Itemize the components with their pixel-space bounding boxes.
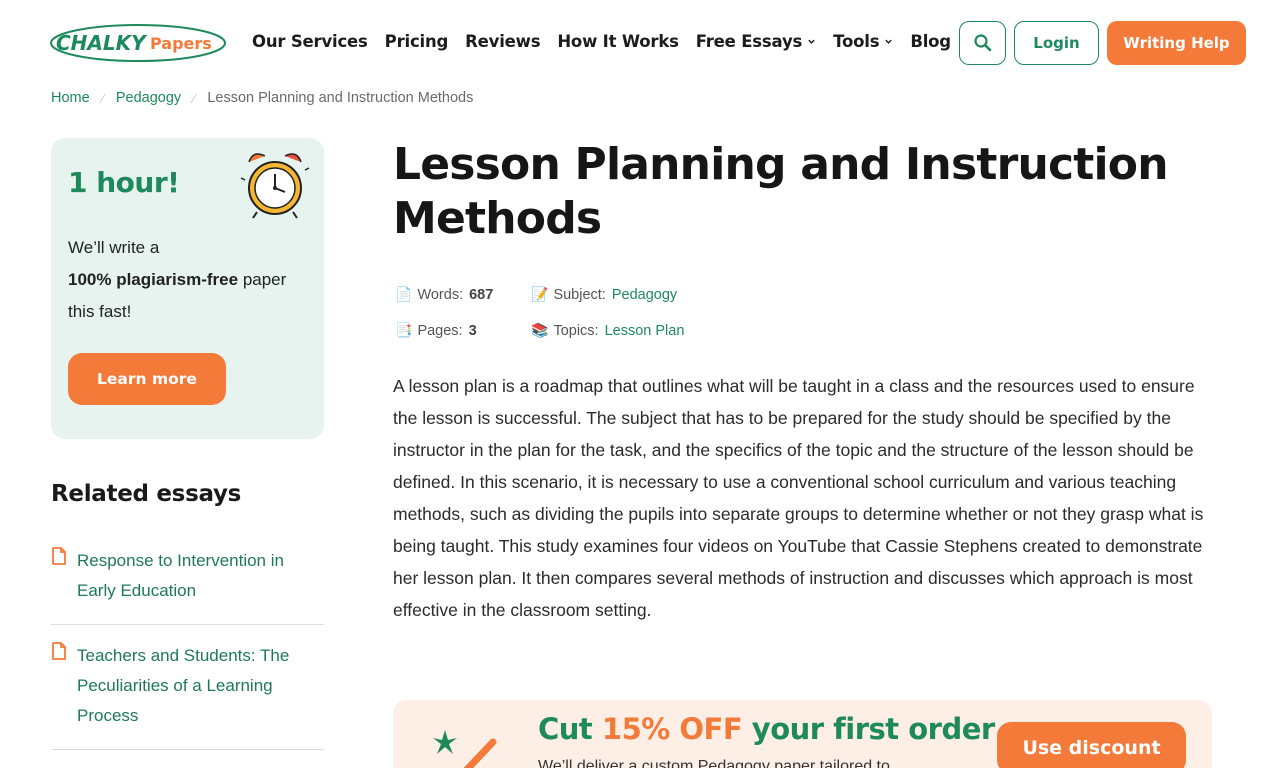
document-icon: [52, 642, 66, 660]
site-header: CHALKY Papers Our Services Pricing Revie…: [0, 0, 1280, 86]
discount-subtitle: We’ll deliver a custom Pedagogy paper ta…: [538, 758, 890, 768]
related-essays-heading: Related essays: [51, 481, 242, 507]
books-icon: 📚: [531, 322, 549, 338]
alarm-clock-icon: [240, 153, 310, 219]
article-title: Lesson Planning and Instruction Methods: [393, 139, 1169, 244]
breadcrumb-category[interactable]: Pedagogy: [116, 90, 181, 106]
discount-title: Cut 15% OFF your first order: [538, 712, 995, 746]
nav-tools[interactable]: Tools: [833, 32, 893, 51]
nav-blog[interactable]: Blog: [910, 32, 951, 51]
nav-how-it-works[interactable]: How It Works: [557, 32, 679, 51]
document-icon: [52, 547, 66, 565]
chevron-down-icon: [808, 39, 815, 44]
breadcrumb-current: Lesson Planning and Instruction Methods: [207, 90, 474, 106]
login-button[interactable]: Login: [1014, 21, 1099, 65]
breadcrumb-home[interactable]: Home: [51, 90, 90, 106]
meta-words: 📄 Words: 687: [395, 286, 494, 303]
document-icon: 📄: [395, 286, 413, 302]
promo-title: 1 hour!: [68, 166, 180, 199]
related-essay-link[interactable]: Response to Intervention in Early Educat…: [77, 546, 312, 606]
use-discount-button[interactable]: Use discount: [997, 722, 1186, 768]
divider: [51, 624, 324, 625]
nav-our-services[interactable]: Our Services: [252, 32, 368, 51]
main-nav: Our Services Pricing Reviews How It Work…: [252, 32, 968, 51]
learn-more-button[interactable]: Learn more: [68, 353, 226, 405]
chalky-papers-logo[interactable]: CHALKY Papers: [50, 22, 228, 64]
logo-text-right: Papers: [150, 34, 212, 53]
breadcrumb-separator: ⁄: [193, 90, 196, 106]
memo-icon: 📝: [531, 286, 549, 302]
pages-icon: 📑: [395, 322, 413, 338]
meta-subject: 📝 Subject: Pedagogy: [531, 286, 678, 303]
nav-free-essays[interactable]: Free Essays: [696, 32, 816, 51]
promo-card: 1 hour! We’ll write a 100% plagiarism-fr…: [51, 138, 324, 439]
breadcrumb: Home ⁄ Pedagogy ⁄ Lesson Planning and In…: [51, 90, 473, 106]
discount-banner: Cut 15% OFF your first order We’ll deliv…: [393, 700, 1212, 768]
nav-pricing[interactable]: Pricing: [385, 32, 449, 51]
related-essay-link[interactable]: Teachers and Students: The Peculiarities…: [77, 641, 312, 731]
logo-text-left: CHALKY: [56, 31, 148, 55]
subject-link[interactable]: Pedagogy: [612, 287, 677, 303]
promo-text: We’ll write a 100% plagiarism-free paper…: [68, 238, 287, 321]
meta-topics: 📚 Topics: Lesson Plan: [531, 322, 685, 339]
meta-pages: 📑 Pages: 3: [395, 322, 477, 339]
search-icon: [973, 34, 991, 52]
writing-help-button[interactable]: Writing Help: [1107, 21, 1246, 65]
search-button[interactable]: [959, 21, 1006, 65]
magic-wand-icon: [433, 730, 497, 768]
nav-reviews[interactable]: Reviews: [465, 32, 540, 51]
breadcrumb-separator: ⁄: [101, 90, 104, 106]
topic-link[interactable]: Lesson Plan: [605, 323, 685, 339]
divider: [51, 749, 324, 750]
chevron-down-icon: [885, 39, 893, 44]
article-body: A lesson plan is a roadmap that outlines…: [393, 376, 1204, 620]
